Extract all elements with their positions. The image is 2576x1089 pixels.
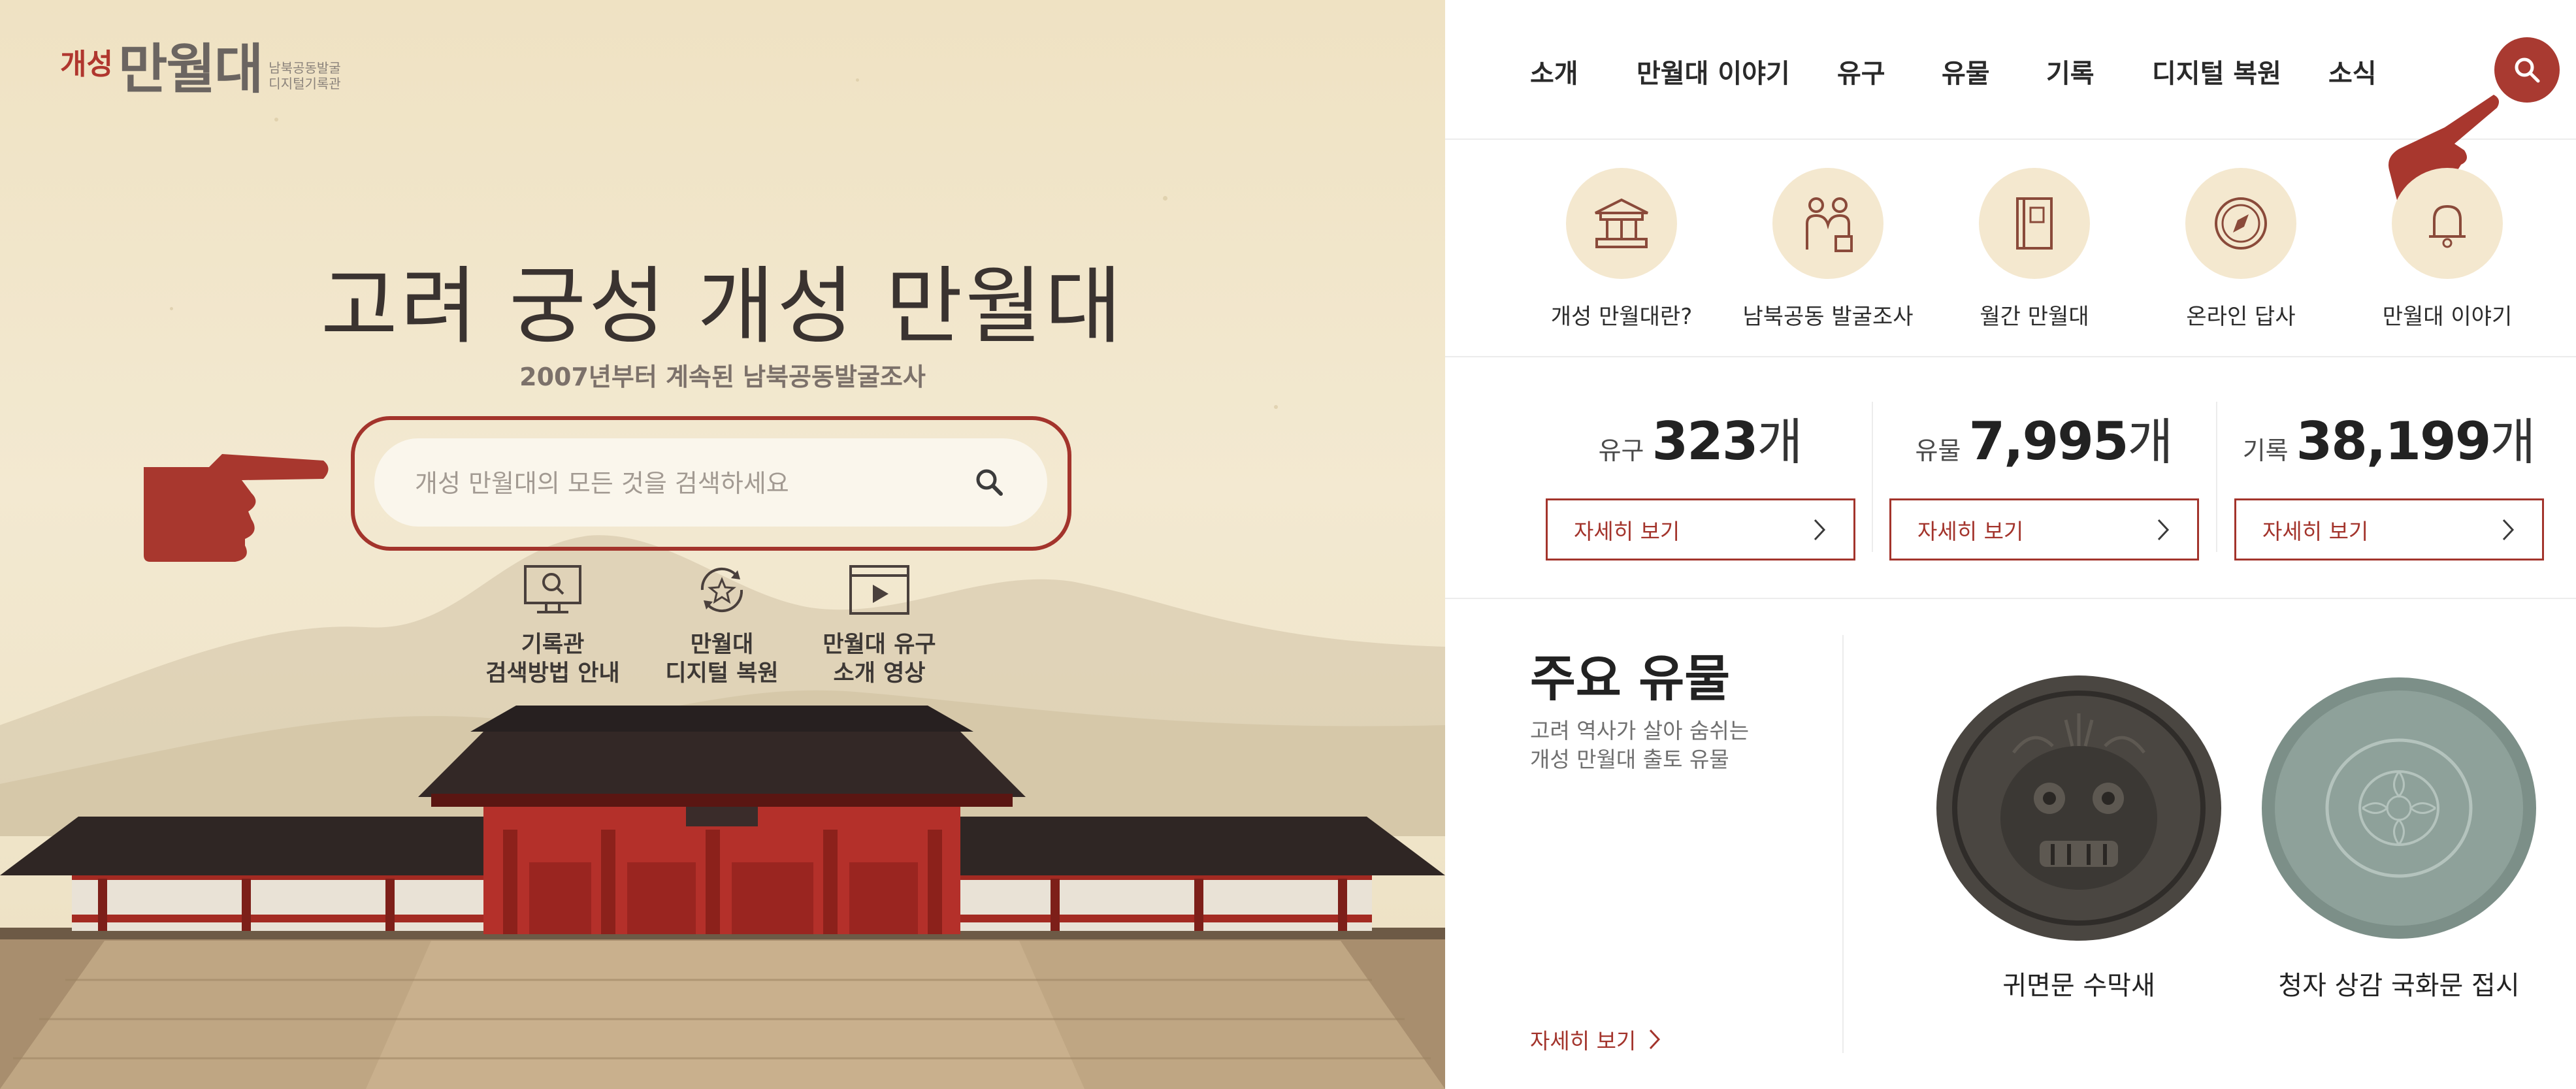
chevron-right-icon	[2157, 519, 2170, 540]
artifact-card[interactable]: 청자 상감 국화문 접시	[2249, 674, 2549, 1002]
stat-divider	[1872, 402, 1873, 552]
stat-records: 기록 38,199 개 자세히 보기	[2234, 402, 2544, 561]
category-excavation[interactable]: 남북공동 발굴조사	[1730, 168, 1926, 331]
quick-link-search-guide[interactable]: 기록관 검색방법 안내	[474, 564, 631, 688]
paper-texture	[856, 78, 859, 82]
button-label: 자세히 보기	[2262, 518, 2369, 544]
stat-unit: 개	[1757, 413, 1803, 471]
paper-texture	[1274, 405, 1278, 409]
chevron-right-icon	[1814, 519, 1826, 540]
logo-subtitle: 남북공동발굴 디지털기록관	[269, 60, 340, 91]
nav-item-artifacts[interactable]: 유물	[1942, 52, 1990, 90]
featured-more-link[interactable]: 자세히 보기	[1530, 1024, 1662, 1055]
people-icon	[1806, 197, 1853, 252]
palace-illustration	[0, 706, 1445, 1089]
nav-item-news[interactable]: 소식	[2328, 52, 2377, 90]
artifact-name: 귀면문 수막새	[2002, 971, 2155, 1001]
nav-item-remains[interactable]: 유구	[1837, 52, 1885, 90]
category-circle	[2185, 168, 2296, 279]
nav-search-button[interactable]	[2494, 37, 2560, 103]
button-label: 자세히 보기	[1574, 518, 1680, 544]
monitor-search-icon	[524, 565, 581, 613]
quick-link-digital-restoration[interactable]: 만월대 디지털 복원	[644, 564, 800, 688]
hero-panel: 개성 만월대 남북공동발굴 디지털기록관 고려 궁성 개성 만월대 2007년부…	[0, 0, 1445, 1089]
compass-icon	[2215, 197, 2267, 250]
hero-search-input[interactable]	[414, 438, 939, 528]
stat-name: 기록	[2242, 436, 2289, 465]
category-monthly[interactable]: 월간 만월대	[1936, 168, 2132, 331]
logo-sub-line2: 디지털기록관	[269, 76, 341, 91]
chevron-right-icon	[1650, 1029, 1661, 1050]
logo-prefix: 개성	[60, 48, 113, 81]
stat-name: 유물	[1915, 436, 1961, 465]
book-icon	[2016, 197, 2053, 250]
category-circle	[1772, 168, 1883, 279]
category-story[interactable]: 만월대 이야기	[2349, 168, 2545, 331]
featured-artifacts-section: 주요 유물 고려 역사가 살아 숨쉬는 개성 만월대 출토 유물 자세히 보기	[1445, 599, 2576, 1089]
section-description: 고려 역사가 살아 숨쉬는 개성 만월대 출토 유물	[1530, 718, 1750, 772]
category-circle	[1979, 168, 2090, 279]
artifact-name: 청자 상감 국화문 접시	[2278, 971, 2520, 1001]
hero-search-box	[374, 438, 1047, 528]
hero-title: 고려 궁성 개성 만월대	[321, 258, 1124, 355]
quick-link-video[interactable]: 만월대 유구 소개 영상	[801, 564, 958, 688]
category-label: 만월대 이야기	[2382, 304, 2513, 330]
view-remains-button[interactable]: 자세히 보기	[1546, 498, 1855, 561]
category-menu: 개성 만월대란? 남북공동 발굴조사 월간 만월대 온라인 답사 만월대 이야기	[1445, 138, 2576, 357]
search-icon[interactable]	[971, 464, 1008, 501]
stat-unit: 개	[2127, 413, 2174, 471]
celadon-plate-image	[2262, 677, 2536, 939]
section-title: 주요 유물	[1530, 649, 1731, 707]
category-circle	[1566, 168, 1677, 279]
artifact-card[interactable]: 귀면문 수막새	[1929, 674, 2229, 1002]
stat-line: 유구 323 개	[1546, 402, 1855, 474]
stat-count: 7,995	[1968, 411, 2128, 472]
search-icon	[2515, 57, 2540, 83]
bell-icon	[2429, 204, 2466, 248]
stat-count: 38,199	[2296, 411, 2492, 472]
stat-line: 기록 38,199 개	[2234, 402, 2544, 474]
quick-link-label: 기록관 검색방법 안내	[485, 632, 620, 687]
roof-tile-image	[1936, 675, 2221, 941]
video-play-icon	[849, 565, 909, 615]
category-online-tour[interactable]: 온라인 답사	[2143, 168, 2339, 331]
stat-artifacts: 유물 7,995 개 자세히 보기	[1889, 402, 2199, 561]
view-artifacts-button[interactable]: 자세히 보기	[1889, 498, 2199, 561]
nav-item-records[interactable]: 기록	[2046, 52, 2095, 90]
nav-item-intro[interactable]: 소개	[1530, 52, 1578, 90]
star-refresh-icon	[700, 567, 743, 613]
category-label: 남북공동 발굴조사	[1742, 304, 1914, 330]
button-label: 자세히 보기	[1917, 518, 2024, 544]
site-logo[interactable]: 개성 만월대 남북공동발굴 디지털기록관	[60, 41, 341, 97]
paper-texture	[274, 118, 278, 122]
nav-item-digital-restoration[interactable]: 디지털 복원	[2152, 52, 2281, 90]
category-label: 월간 만월대	[1980, 304, 2089, 330]
logo-sub-line1: 남북공동발굴	[269, 60, 341, 76]
paper-texture	[1163, 196, 1167, 201]
quick-link-label: 만월대 디지털 복원	[665, 632, 779, 687]
stat-remains: 유구 323 개 자세히 보기	[1546, 402, 1855, 561]
stat-unit: 개	[2490, 413, 2536, 471]
stat-name: 유구	[1598, 436, 1644, 465]
nav-item-story[interactable]: 만월대 이야기	[1637, 52, 1790, 90]
category-label: 개성 만월대란?	[1550, 304, 1693, 330]
section-divider	[1842, 635, 1844, 1053]
hero-subtitle: 2007년부터 계속된 남북공동발굴조사	[519, 363, 926, 391]
logo-name: 만월대	[118, 39, 263, 101]
stats-section: 유구 323 개 자세히 보기 유물 7,995 개 자세히 보기 기록 38,…	[1445, 356, 2576, 599]
chevron-right-icon	[2502, 519, 2515, 540]
category-circle	[2392, 168, 2503, 279]
pointing-hand-icon	[144, 454, 329, 562]
content-panel: 소개 만월대 이야기 유구 유물 기록 디지털 복원 소식 개성 만월대란? 남…	[1445, 0, 2576, 1089]
stat-divider	[2216, 402, 2217, 552]
palace-icon	[1595, 198, 1648, 248]
more-label: 자세히 보기	[1530, 1028, 1637, 1054]
category-about[interactable]: 개성 만월대란?	[1524, 168, 1720, 331]
stat-count: 323	[1652, 411, 1759, 472]
quick-link-label: 만월대 유구 소개 영상	[823, 632, 936, 687]
view-records-button[interactable]: 자세히 보기	[2234, 498, 2544, 561]
category-label: 온라인 답사	[2186, 304, 2296, 330]
stat-line: 유물 7,995 개	[1889, 402, 2199, 474]
